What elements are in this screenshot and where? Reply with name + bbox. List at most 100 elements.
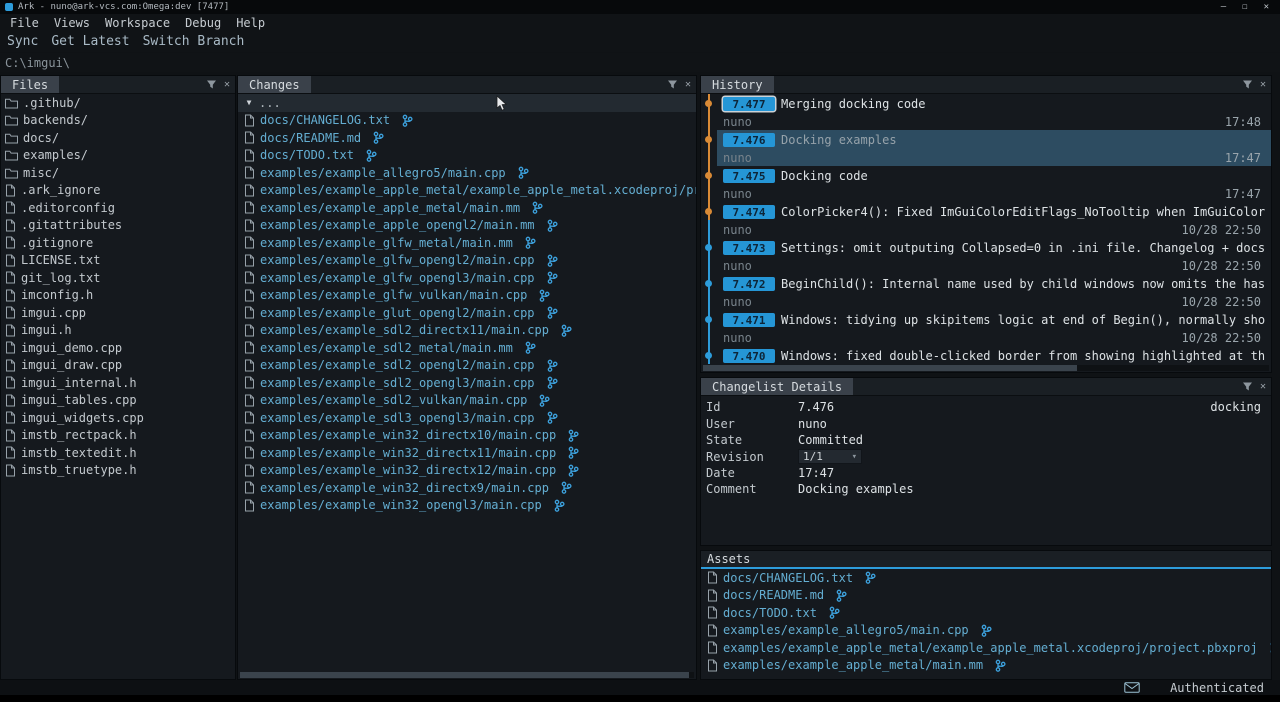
history-entry[interactable]: 7.473 Settings: omit outputing Collapsed… — [701, 238, 1271, 274]
changed-file-row[interactable]: docs/CHANGELOG.txt — [238, 112, 696, 130]
filter-icon[interactable] — [1242, 79, 1253, 90]
file-tree-item[interactable]: .ark_ignore — [1, 182, 235, 200]
close-button[interactable]: ✕ — [1264, 2, 1269, 12]
menu-help[interactable]: Help — [236, 16, 265, 30]
file-tree-item[interactable]: docs/ — [1, 129, 235, 147]
file-icon — [244, 464, 255, 477]
changed-file-row[interactable]: docs/README.md — [238, 129, 696, 147]
file-tree-item[interactable]: imstb_truetype.h — [1, 462, 235, 480]
revision-selector[interactable]: 1/1 ▾ — [798, 449, 862, 464]
filter-icon[interactable] — [1242, 381, 1253, 392]
minimize-button[interactable]: – — [1221, 2, 1226, 12]
asset-file-row[interactable]: docs/README.md — [701, 587, 1271, 605]
file-icon — [5, 219, 16, 232]
changed-file-row[interactable]: examples/example_apple_opengl2/main.mm — [238, 217, 696, 235]
file-tree-item[interactable]: imgui.h — [1, 322, 235, 340]
get-latest-button[interactable]: Get Latest — [51, 34, 129, 49]
menu-debug[interactable]: Debug — [185, 16, 221, 30]
asset-file-row[interactable]: docs/CHANGELOG.txt — [701, 569, 1271, 587]
changeset-title: Windows: fixed double-clicked border fro… — [781, 349, 1265, 363]
tab-changes[interactable]: Changes — [238, 76, 311, 93]
menu-workspace[interactable]: Workspace — [105, 16, 170, 30]
history-entry[interactable]: 7.472 BeginChild(): Internal name used b… — [701, 274, 1271, 310]
changed-file-row[interactable]: examples/example_sdl3_opengl3/main.cpp — [238, 409, 696, 427]
changed-file-row[interactable]: examples/example_allegro5/main.cpp — [238, 164, 696, 182]
collapse-triangle-icon[interactable]: ▼ — [244, 98, 254, 107]
history-entry[interactable]: 7.474 ColorPicker4(): Fixed ImGuiColorEd… — [701, 202, 1271, 238]
changed-file-row[interactable]: examples/example_win32_directx10/main.cp… — [238, 427, 696, 445]
file-tree-item[interactable]: misc/ — [1, 164, 235, 182]
file-icon — [5, 464, 16, 477]
close-panel-icon[interactable]: ✕ — [1260, 80, 1266, 90]
changed-file-row[interactable]: docs/TODO.txt — [238, 147, 696, 165]
tab-history[interactable]: History — [701, 76, 774, 93]
file-tree-item[interactable]: imgui_draw.cpp — [1, 357, 235, 375]
changed-file-row[interactable]: examples/example_glfw_metal/main.mm — [238, 234, 696, 252]
horizontal-scrollbar[interactable] — [703, 365, 1269, 371]
changed-file-row[interactable]: examples/example_sdl2_metal/main.mm — [238, 339, 696, 357]
asset-file-row[interactable]: examples/example_allegro5/main.cpp — [701, 622, 1271, 640]
file-tree-item[interactable]: backends/ — [1, 112, 235, 130]
file-tree-item[interactable]: .editorconfig — [1, 199, 235, 217]
close-panel-icon[interactable]: ✕ — [224, 80, 230, 90]
changed-file-row[interactable]: examples/example_glut_opengl2/main.cpp — [238, 304, 696, 322]
changed-file-row[interactable]: examples/example_glfw_opengl3/main.cpp — [238, 269, 696, 287]
file-tree-item[interactable]: imstb_rectpack.h — [1, 427, 235, 445]
changed-file-row[interactable]: examples/example_glfw_vulkan/main.cpp — [238, 287, 696, 305]
file-tree-item[interactable]: imgui_demo.cpp — [1, 339, 235, 357]
file-tree-item[interactable]: examples/ — [1, 147, 235, 165]
close-panel-icon[interactable]: ✕ — [685, 80, 691, 90]
file-icon — [707, 571, 718, 584]
changed-file-row[interactable]: examples/example_apple_metal/main.mm — [238, 199, 696, 217]
changed-file-row[interactable]: examples/example_glfw_opengl2/main.cpp — [238, 252, 696, 270]
changes-panel: Changes ✕ ▼ ... docs/CHANGELOG.txt docs/… — [237, 75, 697, 680]
menu-views[interactable]: Views — [54, 16, 90, 30]
file-tree-item[interactable]: .github/ — [1, 94, 235, 112]
close-panel-icon[interactable]: ✕ — [1260, 382, 1266, 392]
history-entry[interactable]: 7.470 Windows: fixed double-clicked bord… — [701, 346, 1271, 364]
tab-changelist-details[interactable]: Changelist Details — [701, 378, 853, 395]
changed-file-row[interactable]: examples/example_win32_opengl3/main.cpp — [238, 497, 696, 515]
tab-files[interactable]: Files — [1, 76, 59, 93]
file-tree-item[interactable]: LICENSE.txt — [1, 252, 235, 270]
history-entry[interactable]: 7.477 Merging docking code nuno 17:48 — [701, 94, 1271, 130]
filter-icon[interactable] — [667, 79, 678, 90]
file-tree-item[interactable]: git_log.txt — [1, 269, 235, 287]
file-tree-item[interactable]: imgui_tables.cpp — [1, 392, 235, 410]
file-tree-item[interactable]: imconfig.h — [1, 287, 235, 305]
file-icon — [5, 394, 16, 407]
switch-branch-button[interactable]: Switch Branch — [143, 34, 245, 49]
file-tree-item[interactable]: imgui_internal.h — [1, 374, 235, 392]
file-tree-item[interactable]: imstb_textedit.h — [1, 444, 235, 462]
changed-file-row[interactable]: examples/example_sdl2_opengl2/main.cpp — [238, 357, 696, 375]
file-tree-item[interactable]: .gitattributes — [1, 217, 235, 235]
changed-file-row[interactable]: examples/example_sdl2_opengl3/main.cpp — [238, 374, 696, 392]
history-entry[interactable]: 7.471 Windows: tidying up skipitems logi… — [701, 310, 1271, 346]
file-tree-item[interactable]: imgui_widgets.cpp — [1, 409, 235, 427]
asset-file-row[interactable]: examples/example_apple_metal/main.mm — [701, 657, 1271, 675]
horizontal-scrollbar[interactable] — [240, 672, 694, 678]
detail-label: Comment — [706, 482, 798, 496]
changed-file-row[interactable]: examples/example_win32_directx11/main.cp… — [238, 444, 696, 462]
changed-file-row[interactable]: examples/example_win32_directx9/main.cpp — [238, 479, 696, 497]
asset-file-row[interactable]: docs/TODO.txt — [701, 604, 1271, 622]
menu-file[interactable]: File — [10, 16, 39, 30]
file-tree-item[interactable]: .gitignore — [1, 234, 235, 252]
file-tree-item[interactable]: imgui.cpp — [1, 304, 235, 322]
changes-root-row[interactable]: ▼ ... — [238, 94, 696, 112]
changed-file-row[interactable]: examples/example_sdl2_vulkan/main.cpp — [238, 392, 696, 410]
history-entry[interactable]: 7.476 Docking examples nuno 17:47 — [701, 130, 1271, 166]
branch-icon — [547, 219, 558, 232]
changed-file-row[interactable]: examples/example_win32_directx12/main.cp… — [238, 462, 696, 480]
branch-icon — [554, 499, 565, 512]
maximize-button[interactable]: ☐ — [1242, 2, 1247, 12]
asset-file-path: docs/TODO.txt — [723, 606, 817, 620]
sync-button[interactable]: Sync — [7, 34, 38, 49]
filter-icon[interactable] — [206, 79, 217, 90]
changeset-user: nuno — [723, 115, 752, 129]
history-entry[interactable]: 7.475 Docking code nuno 17:47 — [701, 166, 1271, 202]
asset-file-row[interactable]: examples/example_apple_metal/example_app… — [701, 639, 1271, 657]
branch-icon — [836, 589, 847, 602]
changed-file-row[interactable]: examples/example_sdl2_directx11/main.cpp — [238, 322, 696, 340]
changed-file-row[interactable]: examples/example_apple_metal/example_app… — [238, 182, 696, 200]
